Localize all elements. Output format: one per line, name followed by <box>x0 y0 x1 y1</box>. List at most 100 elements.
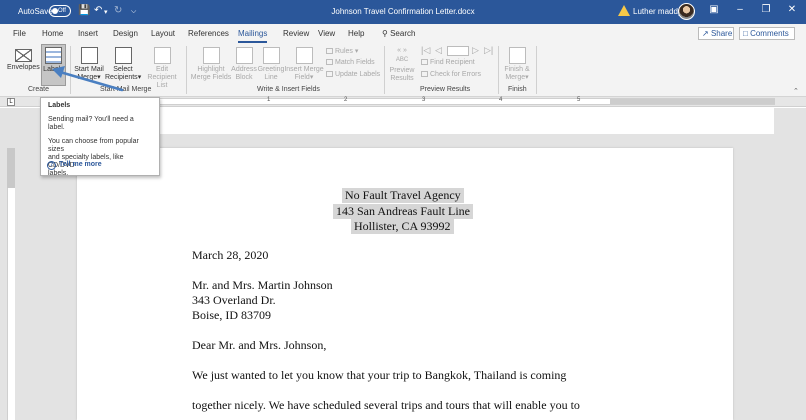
comments-label: Comments <box>750 29 789 38</box>
vertical-ruler-margin <box>7 148 15 188</box>
collapse-ribbon-icon[interactable]: ⌃ <box>793 87 799 95</box>
check-errors-button[interactable]: Check for Errors <box>421 71 481 78</box>
ruler-margin-right <box>610 98 775 105</box>
match-fields-button[interactable]: Match Fields <box>326 59 375 66</box>
help-icon: ? <box>47 161 56 170</box>
envelope-icon <box>14 49 32 62</box>
letter-date[interactable]: March 28, 2020 <box>192 248 268 263</box>
dropdown-caret-icon: ▾ <box>354 48 359 55</box>
ribbon-display-options-icon[interactable]: ▣ <box>704 4 724 15</box>
tab-insert[interactable]: Insert <box>78 29 98 38</box>
preview-chevrons-icon: « » <box>397 47 407 54</box>
envelopes-button[interactable]: Envelopes <box>7 47 40 72</box>
search-tab[interactable]: ⚲ Search <box>382 29 415 38</box>
select-recipients-label-1: Select <box>113 66 133 73</box>
insert-field-icon <box>295 47 313 64</box>
tab-view[interactable]: View <box>318 29 335 38</box>
share-icon: ↗ <box>702 29 709 38</box>
recipient-city[interactable]: Boise, ID 83709 <box>192 308 271 323</box>
select-recipients-button[interactable]: Select Recipients▾ <box>105 47 141 82</box>
avatar[interactable] <box>678 3 695 20</box>
tell-me-more-link[interactable]: ? Tell me more <box>47 161 102 170</box>
start-mail-merge-label-1: Start Mail <box>74 66 104 73</box>
tab-selector-icon[interactable]: L <box>7 98 15 106</box>
address-block-button[interactable]: Address Block <box>231 47 257 82</box>
address-label-2: Block <box>235 74 253 81</box>
ribbon: Envelopes Labels Create Start Mail Merge… <box>0 43 806 97</box>
search-icon: ⚲ <box>382 29 388 38</box>
restore-icon[interactable]: ❐ <box>756 4 776 15</box>
highlight-label-1: Highlight <box>197 66 225 73</box>
tooltip-text: Sending mail? You'll need a label. <box>48 116 134 131</box>
greeting-line-icon <box>262 47 280 64</box>
greeting-line-button[interactable]: Greeting Line <box>257 47 285 82</box>
next-record-icon[interactable]: ▷ <box>472 45 479 56</box>
tab-review[interactable]: Review <box>283 29 309 38</box>
match-fields-label: Match Fields <box>335 59 375 66</box>
match-fields-icon <box>326 59 333 65</box>
group-separator <box>536 46 537 94</box>
body-line[interactable]: together nicely. We have scheduled sever… <box>192 398 580 413</box>
close-icon[interactable]: ✕ <box>782 4 802 15</box>
salutation[interactable]: Dear Mr. and Mrs. Johnson, <box>192 338 326 353</box>
finish-merge-button[interactable]: Finish & Merge▾ <box>502 47 532 82</box>
group-separator <box>498 46 499 94</box>
update-labels-label: Update Labels <box>335 71 381 78</box>
rules-button[interactable]: Rules ▾ <box>326 47 358 55</box>
tab-file[interactable]: File <box>13 29 26 38</box>
find-recipient-button[interactable]: Find Recipient <box>421 59 475 66</box>
last-record-icon[interactable]: ▷| <box>484 45 493 56</box>
edit-list-icon <box>153 47 171 64</box>
group-separator <box>186 46 187 94</box>
comment-icon: □ <box>743 29 748 38</box>
tab-layout[interactable]: Layout <box>151 29 175 38</box>
tab-home[interactable]: Home <box>42 29 63 38</box>
recipient-street[interactable]: 343 Overland Dr. <box>192 293 276 308</box>
warning-icon[interactable] <box>618 5 630 16</box>
tab-help[interactable]: Help <box>348 29 364 38</box>
document-page[interactable]: No Fault Travel Agency 143 San Andreas F… <box>77 148 733 420</box>
title-bar: AutoSave Off 💾 ↶ ▾ ↻ ⌵ Johnson Travel Co… <box>0 0 806 24</box>
tab-design[interactable]: Design <box>113 29 138 38</box>
body-line[interactable]: We just wanted to let you know that your… <box>192 368 566 383</box>
agency-city[interactable]: Hollister, CA 93992 <box>351 219 454 234</box>
minimize-icon[interactable]: – <box>730 4 750 15</box>
group-label-finish: Finish <box>508 86 527 93</box>
first-record-icon[interactable]: |◁ <box>421 45 430 56</box>
ruler-number: 4 <box>499 97 503 103</box>
agency-street[interactable]: 143 San Andreas Fault Line <box>333 204 473 219</box>
dropdown-caret-icon: ▾ <box>97 74 101 81</box>
start-mail-merge-button[interactable]: Start Mail Merge▾ <box>73 47 105 82</box>
ruler-number: 1 <box>267 97 271 103</box>
rules-label: Rules <box>335 48 353 55</box>
edit-recipient-label-2: Recipient List <box>147 74 177 89</box>
start-mail-merge-label-2: Merge <box>77 74 98 81</box>
tooltip-text: labels. <box>48 170 69 177</box>
group-label-preview: Preview Results <box>420 86 471 93</box>
update-labels-button[interactable]: Update Labels <box>326 71 380 78</box>
vertical-ruler[interactable] <box>7 148 15 420</box>
highlight-merge-fields-button[interactable]: Highlight Merge Fields <box>190 47 232 82</box>
record-number-input[interactable] <box>447 46 469 56</box>
highlight-label-2: Merge Fields <box>190 74 232 81</box>
labels-button[interactable]: Labels <box>41 47 66 74</box>
group-separator <box>70 46 71 94</box>
previous-page-bottom <box>160 108 774 134</box>
ruler-number: 5 <box>577 97 581 103</box>
comments-button[interactable]: □ Comments <box>739 27 795 40</box>
tooltip-text: You can choose from popular sizes <box>48 138 139 153</box>
recipient-name[interactable]: Mr. and Mrs. Martin Johnson <box>192 278 333 293</box>
edit-recipient-list-button[interactable]: Edit Recipient List <box>141 47 183 90</box>
group-label-write-insert: Write & Insert Fields <box>257 86 320 93</box>
share-button[interactable]: ↗ Share <box>698 27 734 40</box>
user-name[interactable]: Luther maddy <box>633 7 682 16</box>
agency-name[interactable]: No Fault Travel Agency <box>342 188 464 203</box>
finish-label-1: Finish & <box>504 66 530 73</box>
labels-icon <box>45 47 62 64</box>
insert-merge-field-button[interactable]: Insert Merge Field▾ <box>284 47 324 82</box>
recipients-icon <box>114 47 132 64</box>
previous-record-icon[interactable]: ◁ <box>435 45 442 56</box>
tab-references[interactable]: References <box>188 29 229 38</box>
preview-results-button[interactable]: « » ABC Preview Results <box>388 47 416 83</box>
tab-mailings[interactable]: Mailings <box>238 29 268 43</box>
